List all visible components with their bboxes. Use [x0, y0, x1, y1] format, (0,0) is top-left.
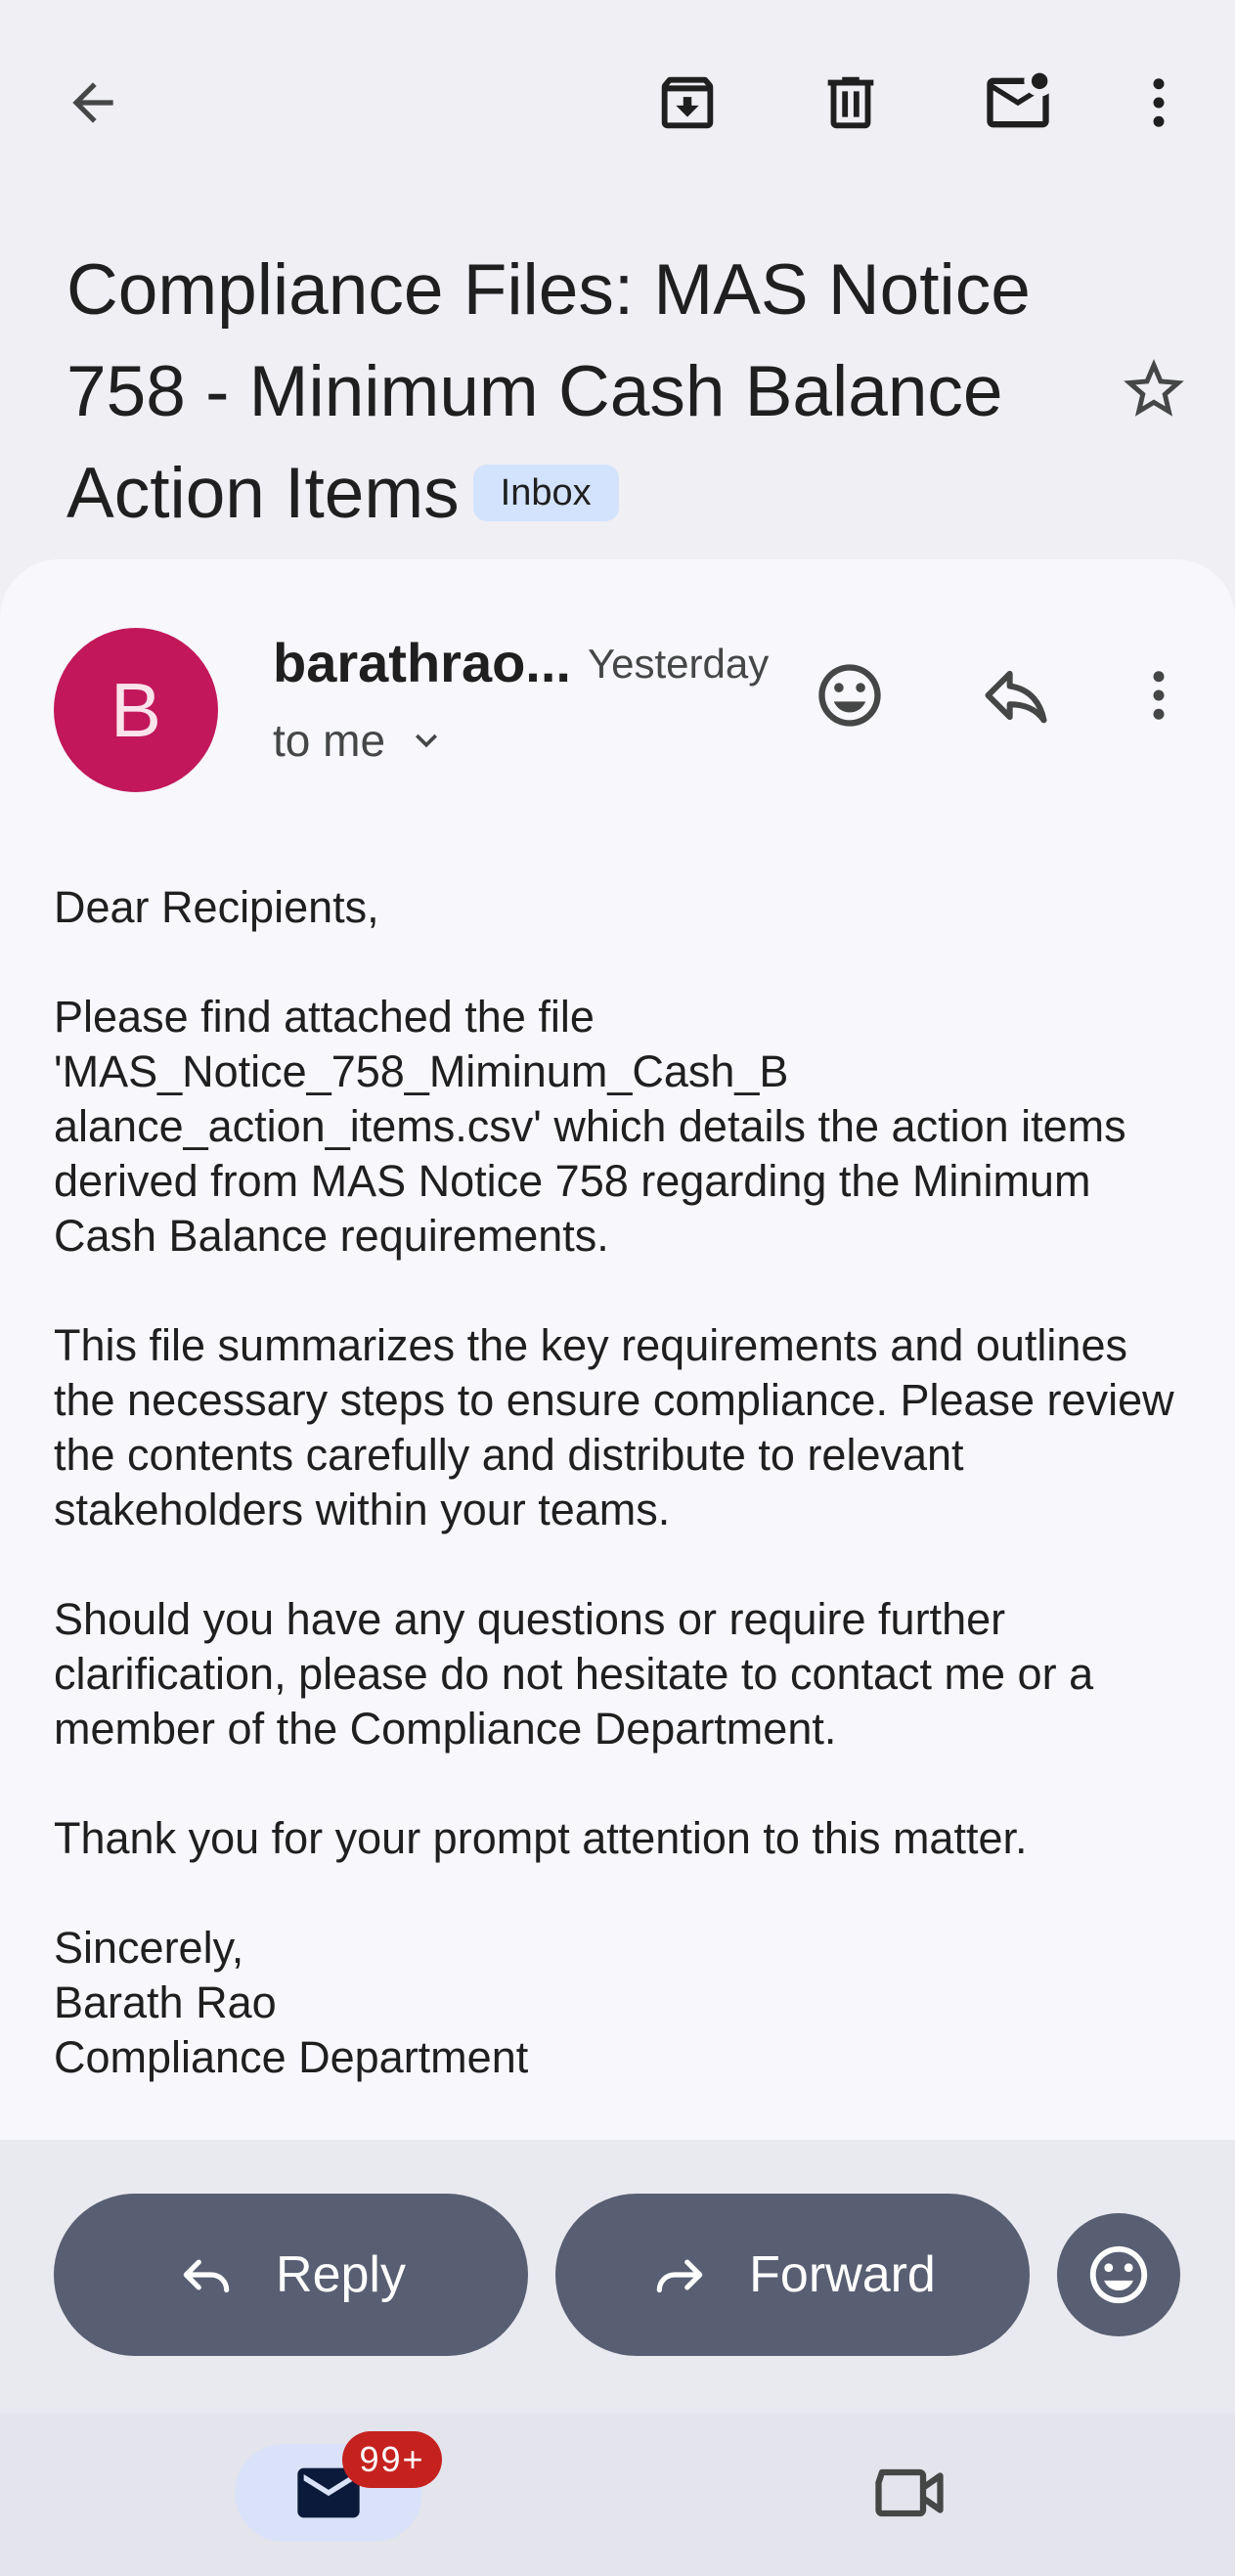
recipient-text: to me [273, 715, 386, 766]
reply-arrow-icon [183, 2259, 230, 2293]
nav-meet-tab[interactable] [860, 2459, 958, 2527]
reply-icon [985, 670, 1047, 724]
chevron-down-icon [416, 733, 438, 748]
email-body: Dear Recipients, Please find attached th… [54, 882, 1174, 2082]
star-outline-icon [1124, 359, 1184, 417]
sender-avatar[interactable]: B [54, 628, 218, 792]
emoji-icon [818, 664, 881, 727]
forward-arrow-icon [656, 2259, 703, 2293]
trash-icon [827, 76, 874, 129]
reply-label: Reply [276, 2246, 406, 2303]
more-vert-icon [1153, 78, 1165, 127]
top-toolbar [0, 0, 1235, 210]
unread-count-badge: 99+ [342, 2431, 442, 2488]
add-reaction-button[interactable] [810, 655, 890, 735]
more-vert-icon [1153, 671, 1165, 720]
delete-button[interactable] [812, 64, 890, 142]
email-subject: Compliance Files: MAS Notice 758 - Minim… [66, 240, 1064, 545]
message-date: Yesterday [588, 641, 770, 687]
star-button[interactable] [1115, 350, 1193, 428]
forward-button[interactable]: Forward [555, 2194, 1030, 2356]
mail-unread-icon [986, 72, 1049, 128]
sender-name[interactable]: barathrao... [273, 631, 571, 694]
react-button[interactable] [1057, 2213, 1180, 2336]
more-options-button[interactable] [1125, 64, 1193, 142]
archive-icon [661, 76, 714, 129]
mark-unread-button[interactable] [976, 64, 1059, 142]
bottom-navigation [0, 2414, 1235, 2576]
inbox-label-chip[interactable]: Inbox [472, 464, 619, 521]
back-button[interactable] [54, 64, 132, 142]
reply-icon-button[interactable] [976, 655, 1056, 735]
avatar-initial: B [110, 666, 162, 753]
reply-button[interactable]: Reply [54, 2194, 528, 2356]
video-camera-icon [875, 2468, 944, 2517]
emoji-icon [1089, 2245, 1148, 2304]
forward-label: Forward [749, 2246, 936, 2303]
recipient-details-toggle[interactable]: to me [273, 714, 448, 767]
message-more-button[interactable] [1125, 655, 1193, 735]
archive-button[interactable] [648, 64, 727, 142]
arrow-left-icon [72, 82, 113, 123]
